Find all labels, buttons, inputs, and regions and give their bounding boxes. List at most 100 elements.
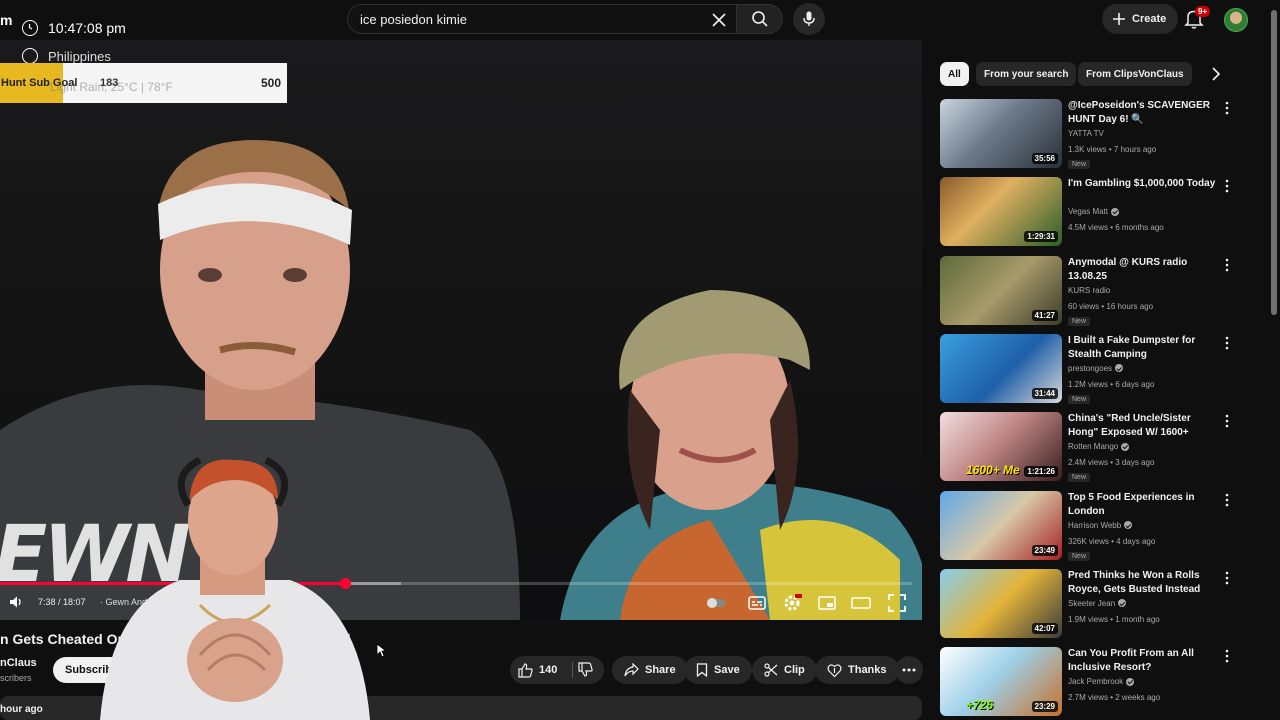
search-box[interactable] bbox=[347, 4, 737, 34]
more-vertical-icon[interactable] bbox=[1224, 179, 1230, 193]
more-vertical-icon[interactable] bbox=[1224, 336, 1230, 350]
share-button[interactable]: Share bbox=[612, 656, 688, 684]
clear-search-icon[interactable] bbox=[708, 9, 730, 31]
new-badge: New bbox=[1068, 394, 1091, 404]
sub-goal-label: Hunt Sub Goal bbox=[1, 77, 78, 89]
subtitles-icon[interactable] bbox=[747, 593, 767, 613]
account-avatar[interactable] bbox=[1224, 8, 1248, 32]
page-scrollbar[interactable] bbox=[1271, 10, 1277, 315]
new-badge: New bbox=[1068, 473, 1091, 483]
bookmark-icon bbox=[696, 663, 708, 677]
super-thanks-icon bbox=[827, 663, 842, 677]
clock-icon bbox=[22, 20, 38, 36]
verified-icon bbox=[1121, 442, 1130, 451]
overlay-location: Philippines bbox=[22, 48, 111, 64]
more-horizontal-icon bbox=[902, 668, 916, 672]
recommendation-meta: 1.9M views • 1 month ago bbox=[1068, 614, 1160, 624]
video-thumbnail[interactable]: 31:44 bbox=[940, 333, 1062, 403]
save-button[interactable]: Save bbox=[684, 656, 752, 684]
recommendation-title[interactable]: Pred Thinks he Won a Rolls Royce, Gets B… bbox=[1068, 569, 1218, 597]
recommendation-title[interactable]: I Built a Fake Dumpster for Stealth Camp… bbox=[1068, 334, 1218, 362]
recommendation-title[interactable]: Can You Profit From an All Inclusive Res… bbox=[1068, 647, 1218, 675]
verified-icon bbox=[1115, 364, 1124, 373]
mouse-cursor-icon bbox=[376, 643, 386, 658]
theater-mode-icon[interactable] bbox=[851, 593, 871, 613]
settings-icon[interactable] bbox=[782, 593, 802, 613]
recommendation-channel[interactable]: Skeeter Jean bbox=[1068, 599, 1127, 608]
more-actions-button[interactable] bbox=[895, 656, 923, 684]
more-vertical-icon[interactable] bbox=[1224, 258, 1230, 272]
more-vertical-icon[interactable] bbox=[1224, 649, 1230, 663]
recommendation-channel[interactable]: prestongoes bbox=[1068, 363, 1124, 373]
video-duration: 41:27 bbox=[1031, 309, 1058, 321]
recommendation-item[interactable]: 42:07 Pred Thinks he Won a Rolls Royce, G… bbox=[940, 568, 1270, 639]
recommendation-channel-name: KURS radio bbox=[1068, 285, 1111, 295]
recommendation-meta: 1.2M views • 6 days ago bbox=[1068, 379, 1155, 389]
recommendation-item[interactable]: 23:49 Top 5 Food Experiences in London Har… bbox=[940, 490, 1270, 561]
new-badge: New bbox=[1068, 551, 1091, 561]
chip-from-channel[interactable]: From ClipsVonClaus bbox=[1078, 62, 1192, 86]
recommendation-channel-name: YATTA TV bbox=[1068, 129, 1104, 138]
recommendation-channel[interactable]: Rotten Mango bbox=[1068, 442, 1130, 452]
voice-search-button[interactable] bbox=[793, 3, 825, 35]
video-thumbnail[interactable]: 42:07 bbox=[940, 568, 1062, 638]
recommendation-channel[interactable]: KURS radio bbox=[1068, 286, 1110, 295]
location-icon bbox=[22, 48, 38, 64]
more-vertical-icon[interactable] bbox=[1224, 493, 1230, 507]
clip-button[interactable]: Clip bbox=[752, 656, 817, 684]
video-thumbnail[interactable]: +726 23:29 bbox=[940, 647, 1062, 717]
recommendation-channel-name: Harrison Webb bbox=[1068, 520, 1122, 530]
more-vertical-icon[interactable] bbox=[1224, 101, 1230, 115]
video-thumbnail[interactable]: 41:27 bbox=[940, 255, 1062, 325]
recommendation-channel[interactable]: Vegas Matt bbox=[1068, 207, 1120, 216]
recommendation-title[interactable]: China's "Red Uncle/Sister Hong" Exposed … bbox=[1068, 412, 1218, 440]
location-text: Philippines bbox=[48, 48, 111, 64]
recommendation-channel[interactable]: YATTA TV bbox=[1068, 129, 1104, 138]
verified-icon bbox=[1126, 677, 1135, 686]
search-button[interactable] bbox=[737, 4, 783, 34]
recommendation-meta: 2.4M views • 3 days ago bbox=[1068, 458, 1155, 468]
overlay-letter: m bbox=[0, 12, 13, 28]
verified-icon bbox=[1118, 599, 1127, 608]
recommendation-title[interactable]: @IcePoseidon's SCAVENGER HUNT Day 6! 🔍 bbox=[1068, 99, 1218, 127]
video-thumbnail[interactable]: 1600+ Me 1:21:26 bbox=[940, 412, 1062, 482]
recommendation-item[interactable]: 1:29:31 I'm Gambling $1,000,000 Today Vega… bbox=[940, 177, 1270, 247]
chip-all[interactable]: All bbox=[940, 62, 969, 86]
chevron-right-icon[interactable] bbox=[1211, 67, 1221, 81]
recommendation-channel-name: prestongoes bbox=[1068, 363, 1113, 373]
create-button[interactable]: Create bbox=[1102, 4, 1179, 34]
top-bar: Create 9+ bbox=[0, 0, 1280, 40]
chip-from-your-search[interactable]: From your search bbox=[976, 62, 1077, 86]
search-icon bbox=[751, 11, 768, 27]
miniplayer-icon[interactable] bbox=[817, 593, 837, 613]
recommendation-title[interactable]: I'm Gambling $1,000,000 Today bbox=[1068, 177, 1218, 191]
search-input[interactable] bbox=[360, 11, 700, 27]
more-vertical-icon[interactable] bbox=[1224, 414, 1230, 428]
clock-text: 10:47:08 pm bbox=[48, 20, 126, 36]
recommendation-item[interactable]: 41:27 Anymodal @ KURS radio 13.08.25 KURS … bbox=[940, 255, 1270, 326]
sub-goal-bar: Light Rain, 25°C | 78°F Hunt Sub Goal 18… bbox=[0, 63, 287, 103]
fullscreen-icon[interactable] bbox=[887, 593, 907, 613]
recommendation-title[interactable]: Top 5 Food Experiences in London bbox=[1068, 491, 1218, 519]
video-thumbnail[interactable]: 35:56 bbox=[940, 99, 1062, 168]
volume-icon[interactable] bbox=[8, 594, 24, 610]
video-duration: 23:29 bbox=[1031, 701, 1058, 713]
recommendation-channel[interactable]: Jack Pembrook bbox=[1068, 677, 1135, 686]
notifications-button[interactable]: 9+ bbox=[1184, 6, 1211, 30]
more-vertical-icon[interactable] bbox=[1224, 571, 1230, 585]
video-frame-person-right bbox=[560, 290, 922, 620]
recommendation-item[interactable]: 1600+ Me 1:21:26 China's "Red Uncle/Sister… bbox=[940, 412, 1270, 483]
video-thumbnail[interactable]: 23:49 bbox=[940, 490, 1062, 560]
recommendation-title[interactable]: Anymodal @ KURS radio 13.08.25 bbox=[1068, 256, 1218, 284]
autoplay-toggle-icon[interactable] bbox=[706, 593, 726, 613]
recommendation-meta: 60 views • 16 hours ago bbox=[1068, 301, 1154, 311]
thanks-label: Thanks bbox=[848, 664, 887, 676]
thanks-button[interactable]: Thanks bbox=[815, 656, 899, 684]
scissors-icon bbox=[764, 663, 778, 677]
video-thumbnail[interactable]: 1:29:31 bbox=[940, 177, 1062, 247]
recommendation-item[interactable]: 31:44 I Built a Fake Dumpster for Stealth… bbox=[940, 333, 1270, 404]
recommendation-item[interactable]: +726 23:29 Can You Profit From an All Incl… bbox=[940, 647, 1270, 717]
recommendation-channel[interactable]: Harrison Webb bbox=[1068, 520, 1133, 530]
recommendation-channel-name: Rotten Mango bbox=[1068, 442, 1119, 452]
recommendation-item[interactable]: 35:56 @IcePoseidon's SCAVENGER HUNT Day 6… bbox=[940, 99, 1270, 169]
